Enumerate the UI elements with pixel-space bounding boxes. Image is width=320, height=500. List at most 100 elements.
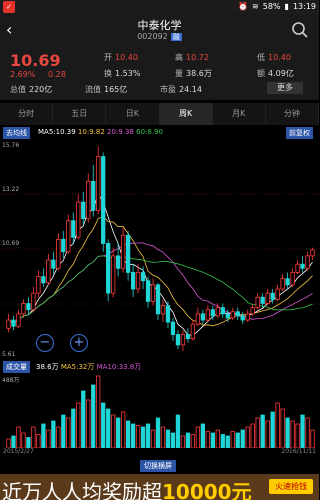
amount-value: 4.09亿 <box>268 69 294 78</box>
pe-cell: 市盈 24.14 <box>160 84 202 95</box>
candle <box>71 212 76 244</box>
volume-bar <box>250 423 255 448</box>
open-cell: 开 10.40 <box>104 52 138 63</box>
candle <box>235 307 240 321</box>
volume-bar <box>155 417 161 448</box>
vol-ma5-text: MA5:32万 <box>60 363 95 371</box>
volume-bar <box>230 431 235 448</box>
wifi-icon: ≋ <box>252 2 259 11</box>
stock-code: 002092 融 <box>0 32 319 42</box>
tab-weekly-k[interactable]: 周K <box>159 103 213 125</box>
candle <box>220 303 225 318</box>
turnover-value: 1.53% <box>115 69 141 78</box>
candle <box>260 293 265 308</box>
candle <box>81 191 86 225</box>
volume-bar <box>290 420 295 448</box>
change-pct: 2.69% <box>10 70 36 79</box>
mktcap-value: 220亿 <box>29 85 53 94</box>
more-button[interactable]: 更多 <box>267 82 303 94</box>
candle <box>245 309 250 323</box>
price-change: 2.69% 0.28 <box>10 70 76 79</box>
candle <box>66 214 71 254</box>
date-start: 2015/2/27 <box>3 448 34 455</box>
volume-bar <box>215 429 220 448</box>
tab-intraday[interactable]: 分时 <box>0 103 54 125</box>
volume-bar <box>96 375 101 448</box>
stock-code-text: 002092 <box>137 32 168 41</box>
volume-bar <box>86 399 91 448</box>
candle <box>6 313 11 333</box>
y-axis-bottom: 5.61 <box>2 351 16 358</box>
volume-bar <box>66 417 71 448</box>
candle <box>36 270 41 298</box>
volume-bar <box>305 417 310 448</box>
tab-five-day[interactable]: 五日 <box>53 103 107 125</box>
candle <box>125 231 131 281</box>
status-bar: ✓ ⏰ ≋ 58% ▮ 13:19 <box>0 0 319 14</box>
candle <box>111 247 116 298</box>
volume-bar <box>225 435 230 448</box>
candle <box>106 239 111 302</box>
volume-bar <box>51 420 56 448</box>
candle <box>230 307 235 321</box>
volume-bar <box>41 423 46 448</box>
zoom-in-button[interactable]: + <box>70 334 88 352</box>
volume-bar <box>175 414 181 448</box>
candle <box>101 152 106 252</box>
tab-monthly-k[interactable]: 月K <box>213 103 266 125</box>
vol-text: 38.6万 <box>36 363 59 371</box>
volume-bar <box>16 426 21 448</box>
candle <box>145 276 151 308</box>
promo-banner[interactable]: 近万人人均奖励超10000元 火速抢钱 <box>0 474 319 500</box>
candle <box>31 286 36 312</box>
volume-bar <box>140 426 146 448</box>
candle <box>130 264 136 298</box>
volume-bar <box>220 434 225 448</box>
candle <box>285 272 290 289</box>
volume-cell: 量 38.6万 <box>175 68 212 79</box>
volume-bar <box>26 437 31 448</box>
pe-value: 24.14 <box>179 85 202 94</box>
turnover-label: 换 <box>104 69 112 78</box>
tab-minute[interactable]: 分钟 <box>266 103 320 125</box>
volume-bar <box>91 384 96 448</box>
battery-icon: ▮ <box>284 2 289 11</box>
volume-chart[interactable] <box>0 372 319 448</box>
candle <box>160 299 166 323</box>
landscape-button[interactable]: 切换横屏 <box>140 460 176 472</box>
open-label: 开 <box>104 53 112 62</box>
volume-bar <box>170 432 176 448</box>
chart-info-bar: 去均线 MA5:10.39 10:9.82 20:9.38 60:8.90 前复… <box>0 126 319 139</box>
zoom-out-button[interactable]: − <box>36 334 54 352</box>
float-cell: 流值 165亿 <box>85 84 127 95</box>
candle <box>91 164 96 217</box>
candle <box>205 305 210 323</box>
float-label: 流值 <box>85 85 101 94</box>
volume-bar <box>285 417 290 448</box>
volume-bar <box>101 402 106 448</box>
banner-button[interactable]: 火速抢钱 <box>269 479 313 494</box>
candlestick-chart[interactable] <box>0 139 319 359</box>
adjust-button[interactable]: 前复权 <box>286 127 313 139</box>
tab-daily-k[interactable]: 日K <box>106 103 160 125</box>
candle <box>11 315 16 331</box>
mktcap-label: 总值 <box>10 85 26 94</box>
open-value: 10.40 <box>115 53 138 62</box>
candle <box>46 253 51 285</box>
date-axis: 2015/2/27 2016/11/11 <box>0 448 319 458</box>
vol-ma10-text: MA10:33.8万 <box>96 363 142 371</box>
remove-ma-button[interactable]: 去均线 <box>3 127 30 139</box>
low-cell: 低 10.40 <box>257 52 291 63</box>
search-icon[interactable] <box>291 21 309 39</box>
candle <box>86 173 91 223</box>
ma5-text: MA5:10.39 <box>38 128 76 136</box>
ma20-line <box>8 242 313 324</box>
candle <box>305 251 310 271</box>
volume-bar <box>130 423 136 448</box>
candle <box>190 320 196 341</box>
volume-bar <box>71 408 76 448</box>
volume-bar <box>200 423 206 448</box>
volume-bar <box>115 417 121 448</box>
amount-label: 额 <box>257 69 265 78</box>
candle <box>76 193 81 240</box>
